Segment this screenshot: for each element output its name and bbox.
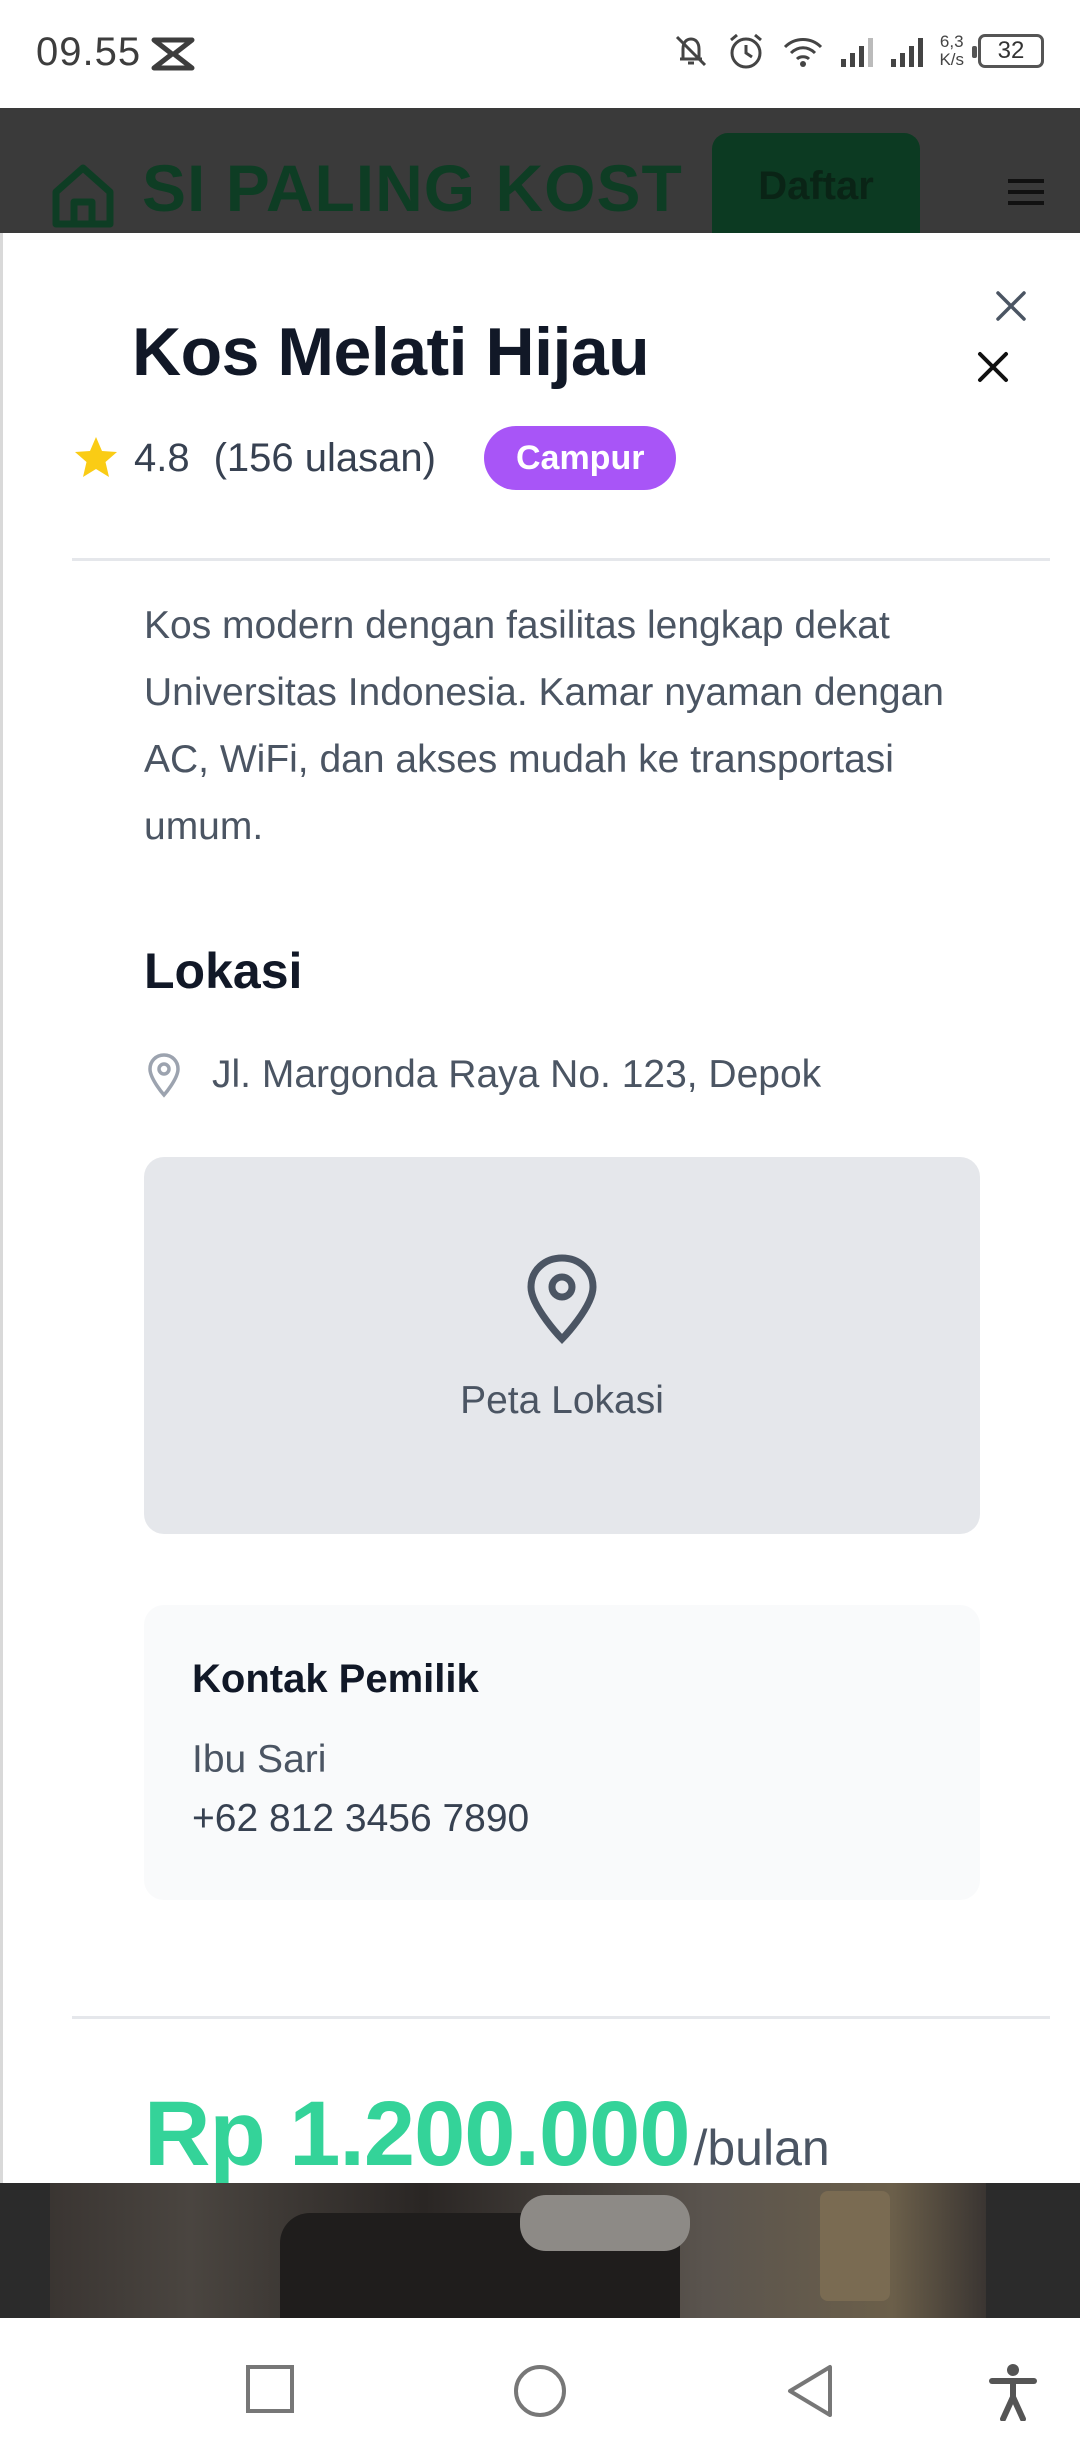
network-speed-unit: K/s bbox=[939, 50, 964, 69]
home-nav-icon[interactable] bbox=[512, 2363, 568, 2424]
map-label: Peta Lokasi bbox=[460, 1379, 664, 1422]
system-navigation-bar bbox=[0, 2318, 1080, 2460]
register-button[interactable]: Daftar bbox=[712, 133, 920, 233]
photo-pillow bbox=[520, 2195, 690, 2251]
price-row: Rp 1.200.000 /bulan bbox=[144, 2082, 830, 2187]
accessibility-icon[interactable] bbox=[988, 2363, 1038, 2426]
muted-bell-icon bbox=[671, 31, 711, 71]
rating-value: 4.8 bbox=[134, 435, 190, 480]
alarm-icon bbox=[725, 30, 767, 72]
status-time: 09.55 bbox=[36, 30, 142, 74]
back-icon[interactable] bbox=[784, 2363, 836, 2424]
battery-level: 32 bbox=[997, 37, 1025, 64]
listing-description: Kos modern dengan fasilitas lengkap deka… bbox=[144, 604, 944, 848]
network-speed-value: 6,3 bbox=[939, 32, 964, 51]
listing-title: Kos Melati Hijau bbox=[132, 314, 650, 390]
star-icon bbox=[75, 437, 117, 477]
battery-icon: 32 bbox=[972, 34, 1044, 68]
hamburger-menu-icon[interactable] bbox=[1006, 176, 1046, 213]
recent-apps-icon[interactable] bbox=[244, 2363, 296, 2420]
room-photo bbox=[0, 2183, 1080, 2318]
divider bbox=[72, 558, 1050, 561]
photo-lamp bbox=[820, 2191, 890, 2301]
price-value: Rp 1.200.000 bbox=[144, 2083, 690, 2185]
divider bbox=[72, 2016, 1050, 2019]
map-placeholder[interactable]: Peta Lokasi bbox=[144, 1157, 980, 1534]
map-pin-icon bbox=[523, 1253, 601, 1350]
price-unit: /bulan bbox=[693, 2120, 830, 2176]
close-modal-icon[interactable] bbox=[975, 349, 1011, 390]
close-icon[interactable] bbox=[993, 288, 1029, 329]
address-text: Jl. Margonda Raya No. 123, Depok bbox=[212, 1053, 822, 1096]
owner-contact-card: Kontak Pemilik Ibu Sari +62 812 3456 789… bbox=[144, 1605, 980, 1900]
network-speed: 6,3 K/s bbox=[939, 33, 964, 69]
owner-name: Ibu Sari bbox=[192, 1738, 327, 1781]
review-count: (156 ulasan) bbox=[213, 435, 436, 480]
status-bar: 09.55 6,3 K/s 32 bbox=[0, 0, 1080, 108]
signal-icon-1 bbox=[839, 33, 875, 69]
room-photo-image bbox=[50, 2183, 986, 2318]
type-badge: Campur bbox=[483, 426, 677, 490]
wifi-icon bbox=[781, 31, 825, 71]
address-row: Jl. Margonda Raya No. 123, Depok bbox=[144, 1052, 821, 1098]
location-pin-icon bbox=[148, 1053, 180, 1098]
home-icon bbox=[48, 160, 118, 235]
site-title: SI PALING KOST bbox=[142, 151, 683, 225]
app-notification-icon bbox=[150, 34, 196, 79]
signal-icon-2 bbox=[889, 33, 925, 69]
owner-phone[interactable]: +62 812 3456 7890 bbox=[192, 1797, 529, 1841]
rating-row: 4.8 (156 ulasan) Campur bbox=[72, 426, 677, 490]
contact-heading: Kontak Pemilik bbox=[192, 1657, 479, 1701]
location-heading: Lokasi bbox=[144, 943, 303, 999]
